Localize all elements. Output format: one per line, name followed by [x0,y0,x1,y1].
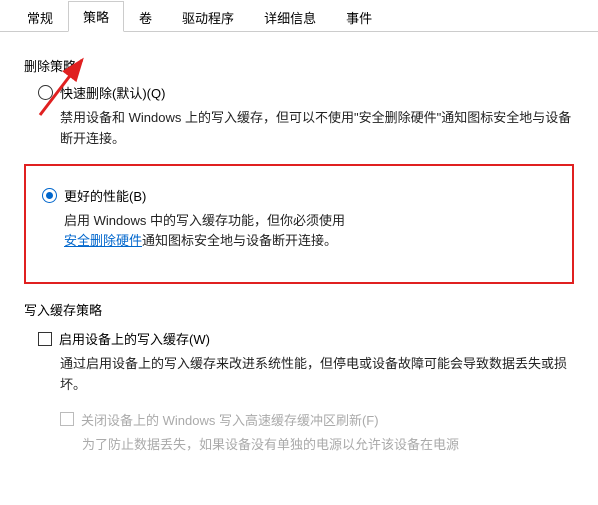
enable-write-cache-desc: 通过启用设备上的写入缓存来改进系统性能，但停电或设备故障可能会导致数据丢失或损坏… [60,354,574,396]
better-desc-post: 通知图标安全地与设备断开连接。 [142,233,337,248]
better-performance-desc: 启用 Windows 中的写入缓存功能，但你必须使用 安全删除硬件通知图标安全地… [64,211,556,253]
better-performance-label: 更好的性能(B) [64,186,146,205]
removal-policy-legend: 删除策略 [24,56,574,75]
quick-removal-desc: 禁用设备和 Windows 上的写入缓存，但可以不使用"安全删除硬件"通知图标安… [60,108,574,150]
checkbox-disabled-icon [60,412,74,426]
safe-remove-link[interactable]: 安全删除硬件 [64,233,142,248]
radio-checked-icon [42,188,57,203]
better-desc-pre: 启用 Windows 中的写入缓存功能，但你必须使用 [64,213,345,228]
enable-write-cache-checkbox[interactable]: 启用设备上的写入缓存(W) [38,329,574,348]
flush-buffer-label: 关闭设备上的 Windows 写入高速缓存缓冲区刷新(F) [81,410,379,429]
write-cache-group: 写入缓存策略 启用设备上的写入缓存(W) 通过启用设备上的写入缓存来改进系统性能… [16,296,582,455]
tab-general[interactable]: 常规 [12,2,68,32]
tab-strip: 常规 策略 卷 驱动程序 详细信息 事件 [0,0,598,32]
better-performance-highlight: 更好的性能(B) 启用 Windows 中的写入缓存功能，但你必须使用 安全删除… [24,164,574,285]
radio-unchecked-icon [38,85,53,100]
removal-policy-group: 删除策略 快速删除(默认)(Q) 禁用设备和 Windows 上的写入缓存，但可… [16,52,582,284]
enable-write-cache-label: 启用设备上的写入缓存(W) [59,329,210,348]
write-cache-legend: 写入缓存策略 [24,300,574,319]
tab-details[interactable]: 详细信息 [249,2,331,32]
checkbox-unchecked-icon [38,332,52,346]
tab-events[interactable]: 事件 [331,2,387,32]
flush-buffer-desc: 为了防止数据丢失，如果设备没有单独的电源以允许该设备在电源 [82,435,574,456]
quick-removal-radio[interactable]: 快速删除(默认)(Q) [38,83,574,102]
quick-removal-label: 快速删除(默认)(Q) [60,83,165,102]
tab-volumes[interactable]: 卷 [124,2,167,32]
tab-content: 删除策略 快速删除(默认)(Q) 禁用设备和 Windows 上的写入缓存，但可… [0,32,598,478]
tab-driver[interactable]: 驱动程序 [167,2,249,32]
flush-buffer-checkbox: 关闭设备上的 Windows 写入高速缓存缓冲区刷新(F) [60,410,574,429]
better-performance-radio[interactable]: 更好的性能(B) [42,186,556,205]
tab-policy[interactable]: 策略 [68,1,124,32]
